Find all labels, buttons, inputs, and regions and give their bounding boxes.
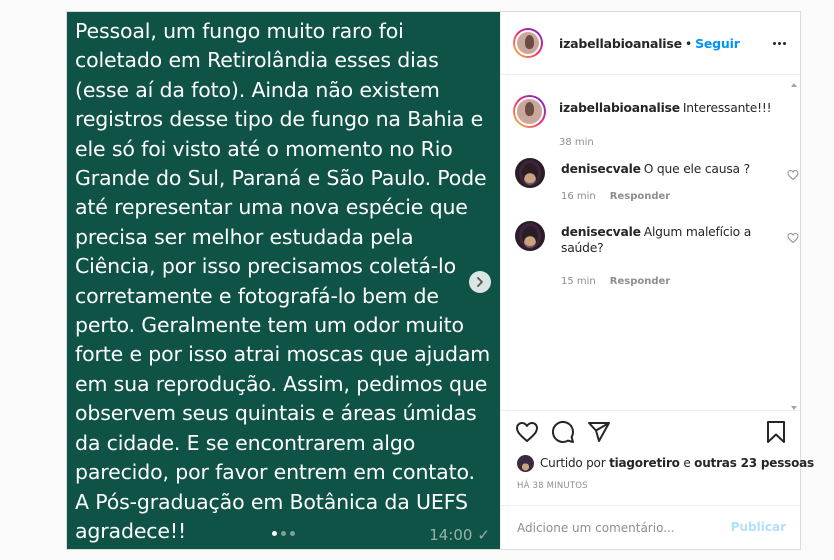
comment-username[interactable]: denisecvale [561, 162, 641, 176]
likes-user[interactable]: tiagoretiro [609, 456, 680, 470]
check-icon: ✓ [477, 526, 490, 544]
caption-text: izabellabioanalise Interessante!!! [559, 100, 772, 116]
comment-time: 15 min [561, 276, 596, 287]
comment-username[interactable]: denisecvale [561, 225, 641, 239]
post-time-ago: HÁ 38 MINUTOS [517, 481, 588, 491]
more-options-icon[interactable] [773, 42, 786, 45]
comment-meta: 16 min Responder [561, 191, 670, 202]
whatsapp-message-text: Pessoal, um fungo muito raro foi coletad… [75, 19, 491, 543]
likes-summary: Curtido por tiagoretiro e outras 23 pess… [517, 455, 814, 472]
like-heart-icon[interactable] [515, 420, 539, 444]
add-comment-bar: Publicar [501, 505, 800, 549]
comment-icon[interactable] [551, 420, 575, 444]
reply-button[interactable]: Responder [610, 191, 670, 202]
scroll-up-icon[interactable] [791, 83, 797, 87]
caption-time: 38 min [559, 137, 594, 148]
likes-prefix: Curtido por [540, 456, 606, 470]
avatar[interactable] [515, 158, 545, 188]
post-media[interactable]: Pessoal, um fungo muito raro foi coletad… [67, 12, 500, 549]
save-bookmark-icon[interactable] [764, 420, 788, 444]
caption-username[interactable]: izabellabioanalise [559, 101, 680, 115]
avatar[interactable] [517, 455, 534, 472]
separator: • [684, 36, 693, 51]
scrollbar[interactable] [788, 83, 800, 410]
carousel-dot [272, 531, 277, 536]
carousel-indicator [272, 531, 295, 536]
header-user-line: izabellabioanalise • Seguir [559, 36, 740, 51]
avatar[interactable] [515, 221, 545, 251]
reply-button[interactable]: Responder [610, 276, 670, 287]
comment-text: denisecvale Algum malefício a saúde? [561, 224, 771, 256]
header-username[interactable]: izabellabioanalise [559, 36, 682, 51]
post-sidebar: izabellabioanalise • Seguir izabellabioana… [500, 12, 814, 549]
comment-time: 16 min [561, 191, 596, 202]
action-bar [501, 410, 800, 450]
avatar[interactable] [513, 28, 543, 58]
carousel-dot [281, 531, 286, 536]
message-time: 14:00 [429, 526, 473, 544]
publish-button[interactable]: Publicar [731, 520, 786, 534]
message-timestamp: 14:00 ✓ [429, 526, 490, 544]
likes-others[interactable]: outras 23 pessoas [694, 456, 814, 470]
follow-button[interactable]: Seguir [695, 36, 740, 51]
post-dialog: Pessoal, um fungo muito raro foi coletad… [66, 11, 814, 550]
carousel-next-button[interactable] [469, 271, 491, 293]
caption-body: Interessante!!! [682, 101, 772, 115]
post-header: izabellabioanalise • Seguir [501, 12, 800, 75]
share-icon[interactable] [587, 420, 611, 444]
carousel-dot [290, 531, 295, 536]
avatar[interactable] [513, 95, 546, 128]
chevron-right-icon [477, 277, 483, 287]
comment-text: denisecvale O que ele causa ? [561, 161, 771, 177]
comment-body: O que ele causa ? [643, 162, 750, 176]
comments-list[interactable]: izabellabioanalise Interessante!!! 38 min… [501, 75, 800, 410]
comment-meta: 15 min Responder [561, 276, 670, 287]
likes-conjunction: e [683, 456, 691, 470]
comment-input[interactable] [515, 516, 719, 540]
